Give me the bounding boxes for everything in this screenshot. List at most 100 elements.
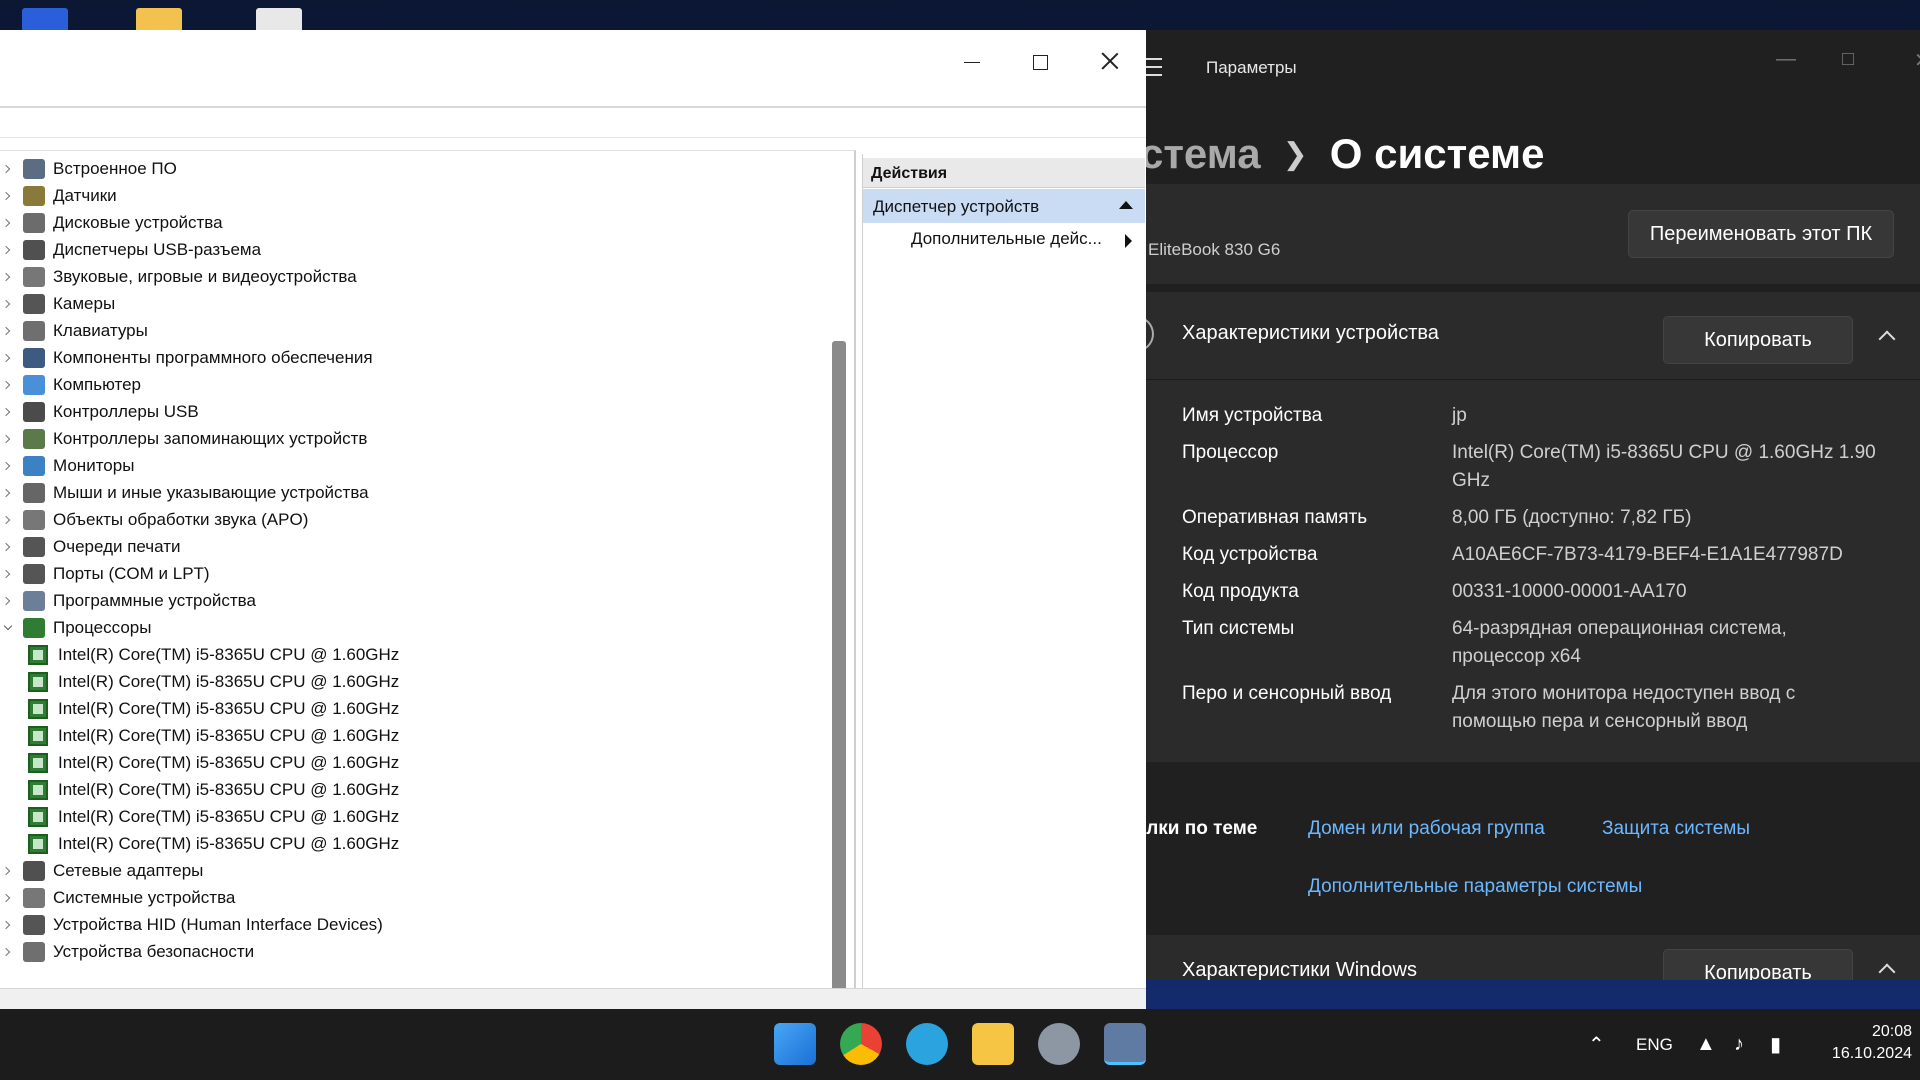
close-button[interactable]: ✕ bbox=[1914, 48, 1920, 73]
chevron-right-icon[interactable] bbox=[3, 866, 13, 876]
category-label: Мониторы bbox=[53, 455, 135, 475]
more-actions-item[interactable]: Дополнительные дейс... bbox=[911, 229, 1102, 249]
device-tree: Встроенное ПО Датчики Дисковые устройства Д… bbox=[0, 150, 856, 991]
device-category[interactable]: Системные устройства bbox=[0, 884, 235, 911]
chevron-right-icon[interactable] bbox=[3, 596, 13, 606]
device-category[interactable]: Контроллеры USB bbox=[0, 398, 199, 425]
device-category[interactable]: Диспетчеры USB-разъема bbox=[0, 236, 261, 263]
category-label: Компьютер bbox=[53, 374, 141, 394]
processor-item[interactable]: Intel(R) Core(TM) i5-8365U CPU @ 1.60GHz bbox=[28, 803, 399, 830]
rename-pc-button[interactable]: Переименовать этот ПК bbox=[1628, 210, 1894, 258]
domain-workgroup-link[interactable]: Домен или рабочая группа bbox=[1308, 818, 1545, 840]
chevron-right-icon[interactable] bbox=[3, 272, 13, 282]
wifi-icon[interactable]: ▲ bbox=[1696, 1009, 1716, 1080]
device-category[interactable]: Камеры bbox=[0, 290, 115, 317]
chevron-right-icon[interactable] bbox=[3, 461, 13, 471]
chevron-right-icon[interactable] bbox=[3, 947, 13, 957]
software-device-icon bbox=[23, 590, 45, 611]
maximize-button[interactable]: □ bbox=[1842, 48, 1854, 71]
device-category[interactable]: Компьютер bbox=[0, 371, 141, 398]
device-category[interactable]: Сетевые адаптеры bbox=[0, 857, 203, 884]
chevron-right-icon[interactable] bbox=[3, 191, 13, 201]
chevron-right-icon[interactable] bbox=[3, 920, 13, 930]
processor-item[interactable]: Intel(R) Core(TM) i5-8365U CPU @ 1.60GHz bbox=[28, 749, 399, 776]
chevron-right-icon[interactable] bbox=[3, 488, 13, 498]
chevron-right-icon[interactable] bbox=[3, 407, 13, 417]
chevron-right-icon[interactable] bbox=[3, 380, 13, 390]
minimize-button[interactable] bbox=[950, 42, 994, 86]
breadcrumb: стема ❯ О системе bbox=[1140, 130, 1544, 178]
device-category[interactable]: Процессоры bbox=[0, 614, 151, 641]
device-category[interactable]: Устройства HID (Human Interface Devices) bbox=[0, 911, 383, 938]
actions-pane: Действия Диспетчер устройств Дополнитель… bbox=[862, 154, 1146, 988]
processor-label: Intel(R) Core(TM) i5-8365U CPU @ 1.60GHz bbox=[58, 644, 400, 664]
tray-overflow-icon[interactable]: ⌃ bbox=[1588, 1009, 1605, 1080]
category-label: Дисковые устройства bbox=[53, 212, 223, 232]
device-category[interactable]: Дисковые устройства bbox=[0, 209, 223, 236]
device-category[interactable]: Мониторы bbox=[0, 452, 134, 479]
processor-label: Intel(R) Core(TM) i5-8365U CPU @ 1.60GHz bbox=[58, 752, 400, 772]
category-label: Программные устройства bbox=[53, 590, 256, 610]
device-category[interactable]: Программные устройства bbox=[0, 587, 256, 614]
volume-icon[interactable]: ♪ bbox=[1734, 1009, 1744, 1080]
chevron-right-icon[interactable] bbox=[3, 245, 13, 255]
pc-name-card: EliteBook 830 G6 Переименовать этот ПК bbox=[1130, 184, 1920, 284]
chevron-down-icon[interactable] bbox=[3, 623, 13, 633]
chevron-up-icon[interactable] bbox=[1878, 328, 1894, 344]
breadcrumb-parent[interactable]: стема bbox=[1140, 130, 1261, 177]
system-protection-link[interactable]: Защита системы bbox=[1602, 818, 1750, 840]
clock[interactable]: 20:08 16.10.2024 bbox=[1812, 1021, 1912, 1065]
computer-icon bbox=[23, 374, 45, 395]
device-category[interactable]: Датчики bbox=[0, 182, 117, 209]
processor-item[interactable]: Intel(R) Core(TM) i5-8365U CPU @ 1.60GHz bbox=[28, 668, 399, 695]
chevron-right-icon[interactable] bbox=[3, 893, 13, 903]
device-category[interactable]: Устройства безопасности bbox=[0, 938, 254, 965]
settings-icon[interactable] bbox=[1038, 1023, 1080, 1065]
start-icon[interactable] bbox=[774, 1023, 816, 1065]
file-explorer-icon[interactable] bbox=[972, 1023, 1014, 1065]
action-device-manager[interactable]: Диспетчер устройств bbox=[863, 189, 1145, 223]
device-category[interactable]: Мыши и иные указывающие устройства bbox=[0, 479, 369, 506]
copy-device-specs-button[interactable]: Копировать bbox=[1663, 316, 1853, 364]
copy-windows-specs-button[interactable]: Копировать bbox=[1663, 949, 1853, 980]
processor-item[interactable]: Intel(R) Core(TM) i5-8365U CPU @ 1.60GHz bbox=[28, 641, 399, 668]
battery-icon[interactable]: ▮ bbox=[1770, 1009, 1781, 1080]
chevron-right-icon[interactable] bbox=[3, 299, 13, 309]
chrome-icon[interactable] bbox=[840, 1023, 882, 1065]
processor-item[interactable]: Intel(R) Core(TM) i5-8365U CPU @ 1.60GHz bbox=[28, 776, 399, 803]
device-specs-header[interactable]: Характеристики устройства Копировать bbox=[1130, 292, 1920, 380]
chevron-up-icon[interactable] bbox=[1878, 961, 1894, 977]
windows-specs-card[interactable]: Характеристики Windows Копировать bbox=[1130, 935, 1920, 980]
chevron-right-icon[interactable] bbox=[3, 434, 13, 444]
chevron-right-icon[interactable] bbox=[3, 164, 13, 174]
device-category[interactable]: Объекты обработки звука (APO) bbox=[0, 506, 308, 533]
processor-item[interactable]: Intel(R) Core(TM) i5-8365U CPU @ 1.60GHz bbox=[28, 722, 399, 749]
device-category[interactable]: Очереди печати bbox=[0, 533, 181, 560]
chevron-right-icon[interactable] bbox=[3, 569, 13, 579]
chevron-right-icon[interactable] bbox=[3, 542, 13, 552]
device-category[interactable]: Звуковые, игровые и видеоустройства bbox=[0, 263, 357, 290]
processor-item[interactable]: Intel(R) Core(TM) i5-8365U CPU @ 1.60GHz bbox=[28, 695, 399, 722]
telegram-icon[interactable] bbox=[906, 1023, 948, 1065]
chevron-right-icon[interactable] bbox=[3, 218, 13, 228]
device-manager-icon[interactable] bbox=[1104, 1023, 1146, 1065]
device-category[interactable]: Контроллеры запоминающих устройств bbox=[0, 425, 367, 452]
device-category[interactable]: Порты (COM и LPT) bbox=[0, 560, 210, 587]
chevron-right-icon[interactable] bbox=[3, 326, 13, 336]
category-label: Сетевые адаптеры bbox=[53, 860, 204, 880]
maximize-button[interactable] bbox=[1018, 42, 1062, 86]
minimize-button[interactable]: — bbox=[1776, 48, 1796, 71]
scrollbar-thumb[interactable] bbox=[832, 341, 846, 991]
device-category[interactable]: Встроенное ПО bbox=[0, 155, 177, 182]
chevron-right-icon[interactable] bbox=[3, 515, 13, 525]
category-label: Контроллеры USB bbox=[53, 401, 199, 421]
close-button[interactable] bbox=[1088, 42, 1132, 86]
language-indicator[interactable]: ENG bbox=[1636, 1009, 1673, 1080]
device-category[interactable]: Клавиатуры bbox=[0, 317, 148, 344]
submenu-arrow-icon[interactable] bbox=[1125, 234, 1132, 248]
collapse-up-icon[interactable] bbox=[1119, 201, 1133, 209]
advanced-system-settings-link[interactable]: Дополнительные параметры системы bbox=[1308, 876, 1642, 898]
device-category[interactable]: Компоненты программного обеспечения bbox=[0, 344, 373, 371]
processor-item[interactable]: Intel(R) Core(TM) i5-8365U CPU @ 1.60GHz bbox=[28, 830, 399, 857]
chevron-right-icon[interactable] bbox=[3, 353, 13, 363]
